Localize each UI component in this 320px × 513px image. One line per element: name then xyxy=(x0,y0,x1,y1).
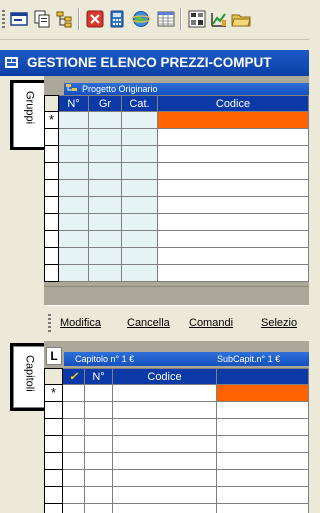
tree-small-icon xyxy=(66,84,77,91)
toolbar-separator xyxy=(78,8,80,30)
col-header-empty[interactable] xyxy=(216,368,309,385)
table-row[interactable] xyxy=(44,503,309,513)
table-row[interactable] xyxy=(44,213,309,231)
new-row-marker: * xyxy=(44,384,63,402)
table-row[interactable] xyxy=(44,196,309,214)
lower-grid-header: ✓ N° Codice xyxy=(44,368,309,385)
toolbar xyxy=(0,0,309,40)
calculator-icon[interactable] xyxy=(106,8,128,30)
col-header-n[interactable]: N° xyxy=(58,95,89,112)
upper-grid: N° Gr Cat. Codice * xyxy=(44,95,309,282)
menu-comandi[interactable]: Comandi xyxy=(189,317,233,329)
lower-grid-subheader: Capitolo n° 1 € SubCapit.n° 1 € xyxy=(64,352,309,366)
cell-n[interactable] xyxy=(58,111,89,129)
col-header-cat[interactable]: Cat. xyxy=(121,95,158,112)
col-header-n[interactable]: N° xyxy=(84,368,113,385)
app-window: GESTIONE ELENCO PREZZI-COMPUT Gruppi Pro… xyxy=(0,0,309,513)
lower-grid: ✓ N° Codice * xyxy=(44,368,309,513)
upper-grid-subheader: Progetto Originario xyxy=(64,83,309,95)
cell-codice-selected[interactable] xyxy=(157,111,309,129)
new-row-marker: * xyxy=(44,111,59,129)
upper-subheader-text: Progetto Originario xyxy=(82,84,158,94)
menu-cancella[interactable]: Cancella xyxy=(127,317,170,329)
cell-cat[interactable] xyxy=(121,111,158,129)
row-selector-header xyxy=(44,368,63,385)
table-row[interactable] xyxy=(44,435,309,453)
col-header-gr[interactable]: Gr xyxy=(88,95,122,112)
copy-icon[interactable] xyxy=(31,8,53,30)
table-row[interactable] xyxy=(44,145,309,163)
cell-codice[interactable] xyxy=(112,384,217,402)
lower-corner-cell[interactable]: L xyxy=(46,347,62,365)
app-icon xyxy=(5,57,18,68)
table-row-new[interactable]: * xyxy=(44,111,309,129)
table-row[interactable] xyxy=(44,179,309,197)
table-row[interactable] xyxy=(44,486,309,504)
command-bar: Modifica Cancella Comandi Selezio xyxy=(46,305,309,341)
upper-grid-header: N° Gr Cat. Codice xyxy=(44,95,309,112)
table-row[interactable] xyxy=(44,162,309,180)
table-row[interactable] xyxy=(44,452,309,470)
checkmark-icon[interactable]: ✓ xyxy=(62,368,85,385)
table-row[interactable] xyxy=(44,264,309,282)
chart-icon[interactable] xyxy=(186,8,208,30)
subcapitolo-label: SubCapit.n° 1 € xyxy=(217,354,281,364)
col-header-codice[interactable]: Codice xyxy=(157,95,309,112)
table-row[interactable] xyxy=(44,469,309,487)
table-icon[interactable] xyxy=(155,8,177,30)
table-row[interactable] xyxy=(44,230,309,248)
cell-n[interactable] xyxy=(84,384,113,402)
cell-check[interactable] xyxy=(62,384,85,402)
toolbar-separator xyxy=(180,8,182,30)
toolbar-grip[interactable] xyxy=(2,10,5,30)
col-header-codice[interactable]: Codice xyxy=(112,368,217,385)
menu-modifica[interactable]: Modifica xyxy=(60,317,101,329)
window-title: GESTIONE ELENCO PREZZI-COMPUT xyxy=(27,55,272,70)
capitolo-label: Capitolo n° 1 € xyxy=(75,354,135,364)
globe-icon[interactable] xyxy=(130,8,152,30)
cell-gr[interactable] xyxy=(88,111,122,129)
cell-selected[interactable] xyxy=(216,384,309,402)
table-row[interactable] xyxy=(44,401,309,419)
command-bar-grip[interactable] xyxy=(48,314,51,334)
table-row-new[interactable]: * xyxy=(44,384,309,402)
window-title-bar: GESTIONE ELENCO PREZZI-COMPUT xyxy=(0,50,309,76)
table-row[interactable] xyxy=(44,128,309,146)
menu-seleziona[interactable]: Selezio xyxy=(261,317,297,329)
table-row[interactable] xyxy=(44,418,309,436)
folder-icon[interactable] xyxy=(230,8,252,30)
table-row[interactable] xyxy=(44,247,309,265)
row-selector-header xyxy=(44,95,59,112)
panel-splitter[interactable] xyxy=(44,286,309,305)
tree-icon[interactable] xyxy=(53,8,75,30)
window-icon[interactable] xyxy=(8,8,30,30)
close-red-icon[interactable] xyxy=(84,8,106,30)
image-icon[interactable] xyxy=(208,8,230,30)
